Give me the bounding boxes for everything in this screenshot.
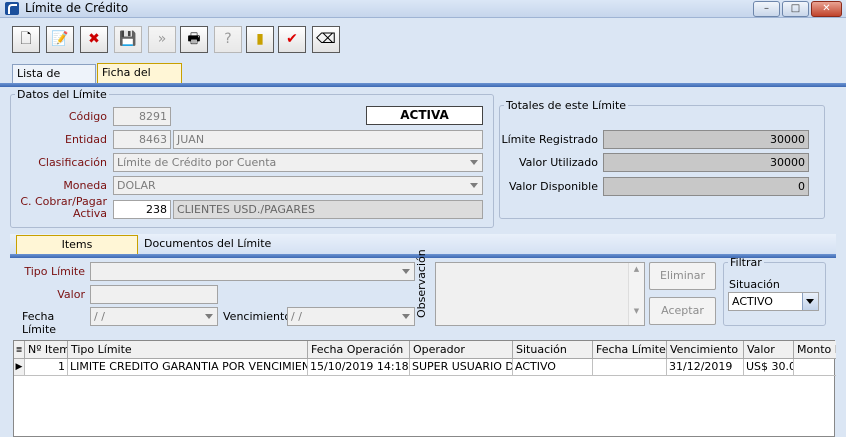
entidad-code-field[interactable]: 8463 [113,130,171,149]
clear-button[interactable]: ⌫ [312,26,340,53]
grid-header-monto[interactable]: Monto D [794,341,836,359]
filtrar-legend: Filtrar [730,256,762,269]
chevron-down-icon [205,314,213,319]
help-button[interactable]: ? [214,26,242,53]
table-row-cell[interactable]: 1 [25,359,68,376]
vencimiento-value: / / [291,310,302,323]
ccobrar-label: C. Cobrar/Pagar Activa [20,196,107,220]
ccobrar-code-field[interactable]: 238 [113,200,171,219]
ccobrar-name-field[interactable]: CLIENTES USD./PAGARES [173,200,483,219]
tab-documentos[interactable]: Documentos del Límite [140,235,290,255]
toolbar: 🗋 📝 ✖ 💾 » 🖶 ? ▮ ✔ ⌫ [0,18,846,60]
maximize-button[interactable]: □ [782,1,809,17]
app-icon [5,2,19,15]
vencimiento-label: Vencimiento [223,310,292,323]
chevron-down-icon [470,160,478,165]
tipo-limite-select[interactable] [90,262,415,281]
chevron-down-icon [470,183,478,188]
grid-header-vencimiento[interactable]: Vencimiento [667,341,744,359]
title-bar: Límite de Crédito – □ ✕ [0,0,846,18]
grid-header-valor[interactable]: Valor [744,341,794,359]
confirm-button[interactable]: ✔ [278,26,306,53]
items-grid[interactable]: ≣ Nº Item Tipo Límite Fecha Operación Op… [13,340,836,437]
aceptar-button[interactable]: Aceptar [649,297,716,325]
table-row-cell[interactable]: ACTIVO [513,359,593,376]
codigo-label: Código [68,110,107,123]
grid-header-situacion[interactable]: Situación [513,341,593,359]
grid-header-tipo[interactable]: Tipo Límite [68,341,308,359]
chevron-down-icon [806,299,814,304]
moneda-label: Moneda [63,179,107,192]
chevron-down-icon [402,269,410,274]
new-document-button[interactable]: 🗋 [12,26,40,53]
situacion-value: ACTIVO [732,295,773,308]
close-button[interactable]: ✕ [811,1,842,17]
moneda-select[interactable]: DOLAR [113,176,483,195]
status-badge: ACTIVA [366,106,483,125]
situacion-label: Situación [729,278,780,291]
delete-document-button[interactable]: ✖ [80,26,108,53]
valor-field[interactable] [90,285,218,304]
table-row-cell[interactable]: 31/12/2019 [667,359,744,376]
refresh-button[interactable]: » [148,26,176,53]
edit-document-button[interactable]: 📝 [46,26,74,53]
tab-lista-limites[interactable]: Lista de Límites [12,64,96,98]
observacion-textarea[interactable]: ▲ ▼ [435,262,645,326]
tab-items[interactable]: Items [16,235,138,255]
chevron-down-icon [402,314,410,319]
print-button[interactable]: 🖶 [180,26,208,53]
table-row-cell[interactable] [593,359,667,376]
situacion-select[interactable]: ACTIVO [728,292,819,311]
exit-button[interactable]: ▮ [246,26,274,53]
save-button[interactable]: 💾 [114,26,142,53]
grid-menu-icon[interactable]: ≣ [14,341,25,359]
eliminar-button[interactable]: Eliminar [649,262,716,290]
fecha-limite-label: Fecha Límite [22,310,57,336]
datos-limite-legend: Datos del Límite [17,88,107,101]
grid-header-item[interactable]: Nº Item [25,341,68,359]
moneda-value: DOLAR [117,179,156,192]
valor-label: Valor [57,288,85,301]
utilizado-value: 30000 [603,153,809,172]
observacion-label: Observación [415,249,428,318]
codigo-field[interactable]: 8291 [113,107,171,126]
table-row-cell[interactable] [794,359,836,376]
tipo-limite-label: Tipo Límite [24,265,85,278]
disponible-value: 0 [603,177,809,196]
entidad-name-field[interactable]: JUAN [173,130,483,149]
filtrar-group: Filtrar [723,256,826,326]
grid-header-fecha-operacion[interactable]: Fecha Operación [308,341,410,359]
grid-header-fecha-limite[interactable]: Fecha Límite [593,341,667,359]
table-row-cell[interactable]: 15/10/2019 14:18:2 [308,359,410,376]
table-row-cell[interactable]: US$ 30.0 [744,359,794,376]
observacion-scrollbar[interactable]: ▲ ▼ [628,263,644,325]
registrado-value: 30000 [603,130,809,149]
minimize-button[interactable]: – [753,1,780,17]
entidad-label: Entidad [65,133,107,146]
disponible-label: Valor Disponible [508,180,598,193]
table-row-cell[interactable]: SUPER USUARIO D [410,359,513,376]
window-title: Límite de Crédito [25,1,129,15]
grid-header-operador[interactable]: Operador [410,341,513,359]
totales-legend: Totales de este Límite [506,99,627,112]
ccobrar-label-line2: Activa [73,207,107,220]
utilizado-label: Valor Utilizado [519,156,598,169]
tab-ficha-limite[interactable]: Ficha del Límite [97,63,182,97]
row-indicator-icon[interactable]: ▶ [14,359,25,376]
registrado-label: Límite Registrado [501,133,598,146]
scroll-down-icon[interactable]: ▼ [629,307,644,315]
vencimiento-select[interactable]: / / [287,307,415,326]
clasificacion-select[interactable]: Límite de Crédito por Cuenta [113,153,483,172]
scroll-up-icon[interactable]: ▲ [629,265,644,273]
clasificacion-label: Clasificación [38,156,107,169]
fecha-limite-select[interactable]: / / [90,307,218,326]
table-row-cell[interactable]: LIMITE CREDITO GARANTIA POR VENCIMIEN [68,359,308,376]
fecha-limite-value: / / [94,310,105,323]
clasificacion-value: Límite de Crédito por Cuenta [117,156,277,169]
